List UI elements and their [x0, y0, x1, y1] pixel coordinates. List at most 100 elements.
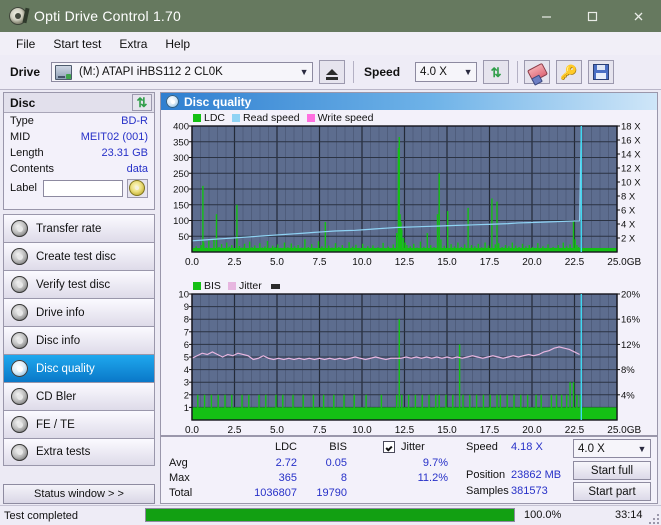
svg-text:10.0: 10.0	[352, 425, 372, 435]
disc-icon	[11, 388, 28, 405]
disc-quality-panel: Disc quality LDC Read speed Write speed	[160, 92, 658, 436]
svg-text:5.0: 5.0	[270, 257, 284, 268]
jitter-checkbox[interactable]	[383, 441, 395, 453]
refresh-button[interactable]: ⇅	[483, 60, 509, 84]
svg-text:15.0: 15.0	[437, 257, 457, 268]
disc-icon	[11, 304, 28, 321]
start-full-button[interactable]: Start full	[573, 461, 651, 480]
menu-help[interactable]: Help	[156, 34, 199, 54]
disc-row-length: Length 23.31 GB	[4, 145, 154, 161]
svg-text:25.0: 25.0	[607, 257, 627, 268]
legend-entry-jitter: Jitter	[228, 280, 262, 292]
menu-start-test[interactable]: Start test	[44, 34, 110, 54]
disc-icon	[11, 276, 28, 293]
svg-text:5.0: 5.0	[270, 425, 284, 435]
chevron-down-icon: ▼	[296, 67, 312, 77]
jitter-max-value: 11.2%	[376, 472, 448, 484]
menu-extra[interactable]: Extra	[110, 34, 156, 54]
window-title: Opti Drive Control 1.70	[34, 8, 181, 24]
svg-text:2.5: 2.5	[228, 425, 242, 435]
svg-text:50: 50	[178, 232, 189, 243]
sidebar-item-label: Disc quality	[36, 363, 95, 375]
menu-file[interactable]: File	[7, 34, 44, 54]
drive-icon	[55, 65, 72, 80]
sidebar-item-create-test-disc[interactable]: Create test disc	[3, 242, 155, 270]
close-icon[interactable]	[615, 0, 661, 32]
speed-select[interactable]: 4.0 X ▼	[415, 62, 477, 82]
svg-text:1: 1	[184, 403, 189, 414]
drive-label: Drive	[10, 65, 40, 79]
svg-text:GB: GB	[627, 257, 642, 268]
disc-mid-label: MID	[10, 131, 30, 143]
sidebar-item-disc-info[interactable]: Disc info	[3, 326, 155, 354]
disc-type-label: Type	[10, 115, 34, 127]
svg-text:10 X: 10 X	[621, 178, 641, 189]
speed-label: Speed	[364, 65, 400, 79]
legend-label: LDC	[204, 112, 225, 124]
disc-label-input[interactable]	[43, 180, 123, 197]
scrollbar-marker-icon[interactable]	[271, 284, 280, 289]
svg-text:6 X: 6 X	[621, 206, 636, 217]
drive-select[interactable]: (M:) ATAPI iHBS112 2 CL0K ▼	[51, 62, 313, 82]
sidebar-item-disc-quality[interactable]: Disc quality	[3, 354, 155, 382]
disc-info-button[interactable]	[127, 179, 148, 198]
chevron-down-icon: ▼	[634, 444, 650, 454]
sidebar-item-label: Transfer rate	[36, 223, 101, 235]
status-message: Test completed	[4, 510, 78, 522]
svg-text:7.5: 7.5	[313, 425, 327, 435]
chart2-legend: BIS Jitter	[193, 280, 283, 292]
disc-panel: Disc ⇅ Type BD-R MID MEIT02 (001) Length…	[3, 92, 155, 210]
test-speed-value: 4.0 X	[574, 443, 605, 455]
progress-percent: 100.0%	[524, 509, 561, 521]
charts-area: LDC Read speed Write speed BIS	[161, 110, 657, 435]
svg-text:20.0: 20.0	[522, 425, 542, 435]
svg-text:300: 300	[173, 153, 189, 164]
svg-text:25.0: 25.0	[607, 425, 627, 435]
panel-title: Disc quality	[184, 95, 251, 109]
disc-icon	[11, 332, 28, 349]
sidebar-item-fe-te[interactable]: FE / TE	[3, 410, 155, 438]
erase-button[interactable]	[524, 60, 550, 84]
svg-text:2 X: 2 X	[621, 234, 636, 245]
svg-text:22.5: 22.5	[565, 425, 585, 435]
sidebar-item-label: Disc info	[36, 335, 80, 347]
disc-refresh-button[interactable]: ⇅	[132, 94, 152, 111]
chevron-down-icon: ▼	[460, 67, 476, 77]
eject-button[interactable]	[319, 60, 345, 84]
legend-label: Read speed	[243, 112, 300, 124]
eject-icon	[326, 69, 338, 75]
key-button[interactable]: 🔑	[556, 60, 582, 84]
sidebar-item-verify-test-disc[interactable]: Verify test disc	[3, 270, 155, 298]
refresh-icon: ⇅	[137, 96, 148, 109]
resize-grip-icon[interactable]	[648, 513, 659, 524]
sidebar-item-extra-tests[interactable]: Extra tests	[3, 438, 155, 466]
ldc-total-value: 1036807	[207, 487, 297, 499]
bis-max-value: 8	[301, 472, 347, 484]
save-button[interactable]	[588, 60, 614, 84]
minimize-icon[interactable]	[523, 0, 569, 32]
start-part-button[interactable]: Start part	[573, 482, 651, 501]
position-value: 23862 MB	[511, 469, 561, 481]
disc-mid-value: MEIT02 (001)	[81, 131, 148, 143]
jitter-avg-value: 9.7%	[376, 457, 448, 469]
svg-text:0.0: 0.0	[185, 257, 199, 268]
svg-text:200: 200	[173, 185, 189, 196]
svg-text:12.5: 12.5	[395, 425, 415, 435]
status-window-button[interactable]: Status window > >	[3, 484, 155, 504]
legend-entry-ldc: LDC	[193, 112, 225, 124]
sidebar-item-transfer-rate[interactable]: Transfer rate	[3, 214, 155, 242]
svg-text:350: 350	[173, 137, 189, 148]
svg-text:0.0: 0.0	[185, 425, 199, 435]
sidebar-item-cd-bler[interactable]: CD Bler	[3, 382, 155, 410]
svg-text:4%: 4%	[621, 390, 635, 401]
maximize-icon[interactable]	[569, 0, 615, 32]
svg-text:16 X: 16 X	[621, 136, 641, 147]
sidebar-item-label: FE / TE	[36, 419, 75, 431]
ldc-avg-value: 2.72	[217, 457, 297, 469]
test-speed-select[interactable]: 4.0 X ▼	[573, 439, 651, 458]
svg-text:12 X: 12 X	[621, 164, 641, 175]
jitter-label: Jitter	[401, 441, 425, 453]
legend-swatch-icon	[193, 282, 201, 290]
sidebar-item-drive-info[interactable]: Drive info	[3, 298, 155, 326]
bis-total-value: 19790	[289, 487, 347, 499]
